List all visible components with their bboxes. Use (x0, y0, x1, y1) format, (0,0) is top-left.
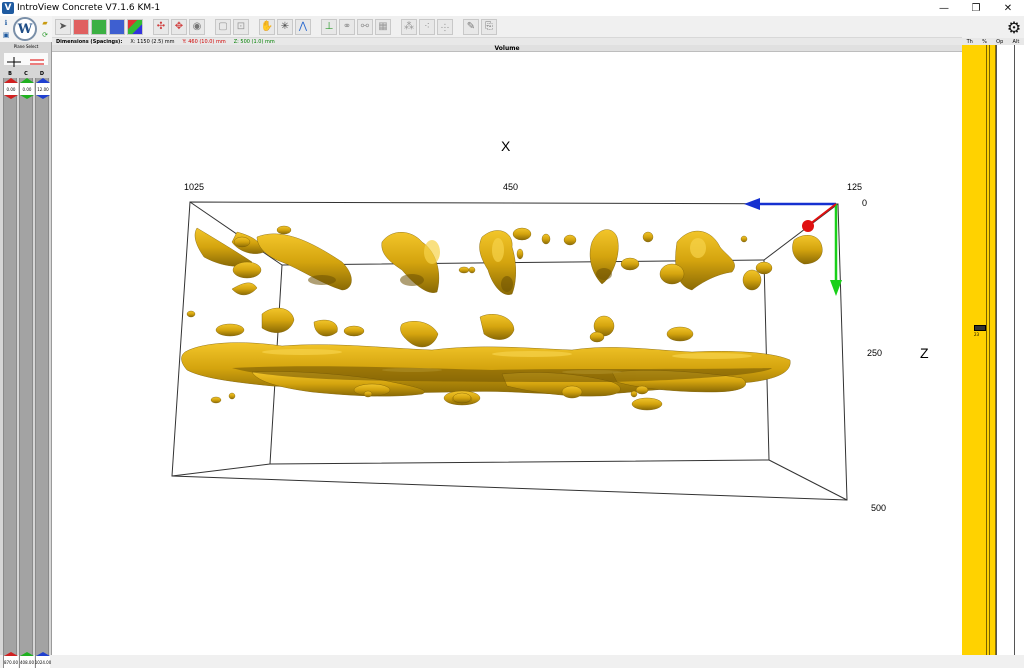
restore-button[interactable]: ❐ (960, 0, 992, 16)
opacity-line (989, 45, 990, 655)
slice-slider-b[interactable]: 0.00 870.00 (3, 78, 18, 668)
window-controls: — ❐ ✕ (928, 0, 1024, 16)
nodes-alt-icon[interactable]: ⁖ (419, 18, 435, 35)
pointer-tool-icon[interactable]: ➤ (55, 18, 71, 35)
close-button[interactable]: ✕ (992, 0, 1024, 16)
slider-d-bottom-value: 1024.00 (35, 656, 51, 668)
header-percent: % (982, 38, 987, 45)
column-b-label: B (8, 71, 12, 77)
header-op: Op (996, 38, 1004, 45)
slider-c-bottom-value: 408.00 (20, 656, 34, 668)
z-tick-label: 0 (862, 198, 868, 208)
expand-icon[interactable]: ✳ (277, 18, 293, 35)
slice-slider-d[interactable]: 12.00 1024.00 (35, 78, 51, 668)
dimensions-label: Dimensions (Spacings): (56, 38, 123, 45)
z-tick-label: 250 (867, 348, 883, 358)
measure-icon[interactable]: ⋀ (295, 18, 311, 35)
refresh-icon[interactable]: ⟳ (40, 30, 50, 40)
slider-down-icon[interactable] (36, 95, 50, 99)
link-icon[interactable]: ⚭ (339, 18, 355, 35)
opacity-scale[interactable] (996, 45, 1024, 655)
threshold-panel: 23 (962, 45, 1024, 655)
table-icon[interactable]: ▦ (375, 18, 391, 35)
threshold-bar[interactable] (962, 45, 996, 655)
dimensions-bar: Dimensions (Spacings): X: 1150 (2.5) mm … (52, 38, 962, 45)
red-cube-icon[interactable] (73, 18, 89, 35)
threshold-slider-value: 23 (974, 332, 980, 337)
dimension-y: Y: 460 (10.0) mm (182, 38, 226, 45)
grid-link-icon[interactable]: ⚯ (357, 18, 373, 35)
window-title: IntroView Concrete V7.1.6 KM-1 (17, 3, 161, 13)
dimension-x: X: 1150 (2.5) mm (130, 38, 175, 45)
minimize-button[interactable]: — (928, 0, 960, 16)
column-d-label: D (39, 71, 45, 77)
crop-icon[interactable]: ▢ (215, 18, 231, 35)
green-cube-icon[interactable] (91, 18, 107, 35)
left-panel: ℹ ▰ ▣ ⟳ W Plane Select B C D 0.00 870.00… (0, 16, 52, 668)
column-c-label: C (24, 71, 28, 77)
axis-icon[interactable]: ⊥ (321, 18, 337, 35)
hand-icon[interactable]: ✋ (259, 18, 275, 35)
x-axis-arrowhead (744, 198, 760, 210)
settings-small-icon[interactable]: ▣ (1, 30, 11, 40)
slice-slider-c[interactable]: 0.00 408.00 (19, 78, 34, 668)
info-icon[interactable]: ℹ (1, 18, 11, 28)
slider-b-bottom-value: 870.00 (4, 656, 18, 668)
z-axis-label: Z (920, 345, 929, 361)
y-axis-arrow (809, 203, 837, 225)
right-panel-header: Th % Op Alt (962, 38, 1024, 45)
settings-gear-icon[interactable]: ⚙ (1004, 16, 1024, 38)
z-tick-label: 500 (871, 503, 887, 513)
title-bar: V IntroView Concrete V7.1.6 KM-1 — ❐ ✕ (0, 0, 1024, 16)
nodes-plus-icon[interactable]: ⸭ (437, 18, 453, 35)
volume-viewport[interactable]: X Z 1025 450 125 0 250 500 (52, 52, 962, 655)
blue-cube-icon[interactable] (109, 18, 125, 35)
plane-select-icons (4, 53, 48, 68)
pen-icon[interactable]: ✎ (463, 18, 479, 35)
folder-icon[interactable]: ▰ (40, 18, 50, 28)
y-axis-origin-dot (802, 220, 814, 232)
camera-icon[interactable]: ⎘ (481, 18, 497, 35)
plane-select-label: Plane Select (13, 44, 39, 49)
header-th: Th (966, 38, 973, 45)
slider-d-top-value: 12.00 (36, 83, 50, 95)
x-axis-label: X (501, 138, 511, 154)
x-tick-label: 1025 (184, 182, 205, 192)
slider-down-icon[interactable] (4, 95, 18, 99)
nodes-icon[interactable]: ⁂ (401, 18, 417, 35)
logo-area: ℹ ▰ ▣ ⟳ W (0, 16, 52, 42)
slider-b-top-value: 0.00 (4, 83, 18, 95)
x-tick-label: 125 (847, 182, 863, 192)
scatter-points-icon[interactable]: ✣ (153, 18, 169, 35)
points-arrow-icon[interactable]: ✥ (171, 18, 187, 35)
slider-c-top-value: 0.00 (20, 83, 34, 95)
x-tick-label: 450 (503, 182, 519, 192)
app-logo: W (13, 17, 37, 41)
app-icon: V (2, 2, 14, 14)
view-title: Volume (52, 45, 962, 52)
slider-down-icon[interactable] (20, 95, 34, 99)
threshold-slider-handle[interactable] (974, 325, 986, 331)
frame-icon[interactable]: ⊡ (233, 18, 249, 35)
plane-cross-icon[interactable] (4, 56, 48, 68)
rgb-cube-icon[interactable] (127, 18, 143, 35)
dimension-z: Z: 500 (1.0) mm (233, 38, 275, 45)
palette-icon[interactable]: ◉ (189, 18, 205, 35)
header-alt: Alt (1012, 38, 1020, 45)
toolbar: ➤ ✣ ✥ ◉ ▢ ⊡ ✋ ✳ ⋀ ⊥ ⚭ ⚯ ▦ ⁂ ⁖ ⸭ ✎ ⎘ (52, 16, 962, 38)
